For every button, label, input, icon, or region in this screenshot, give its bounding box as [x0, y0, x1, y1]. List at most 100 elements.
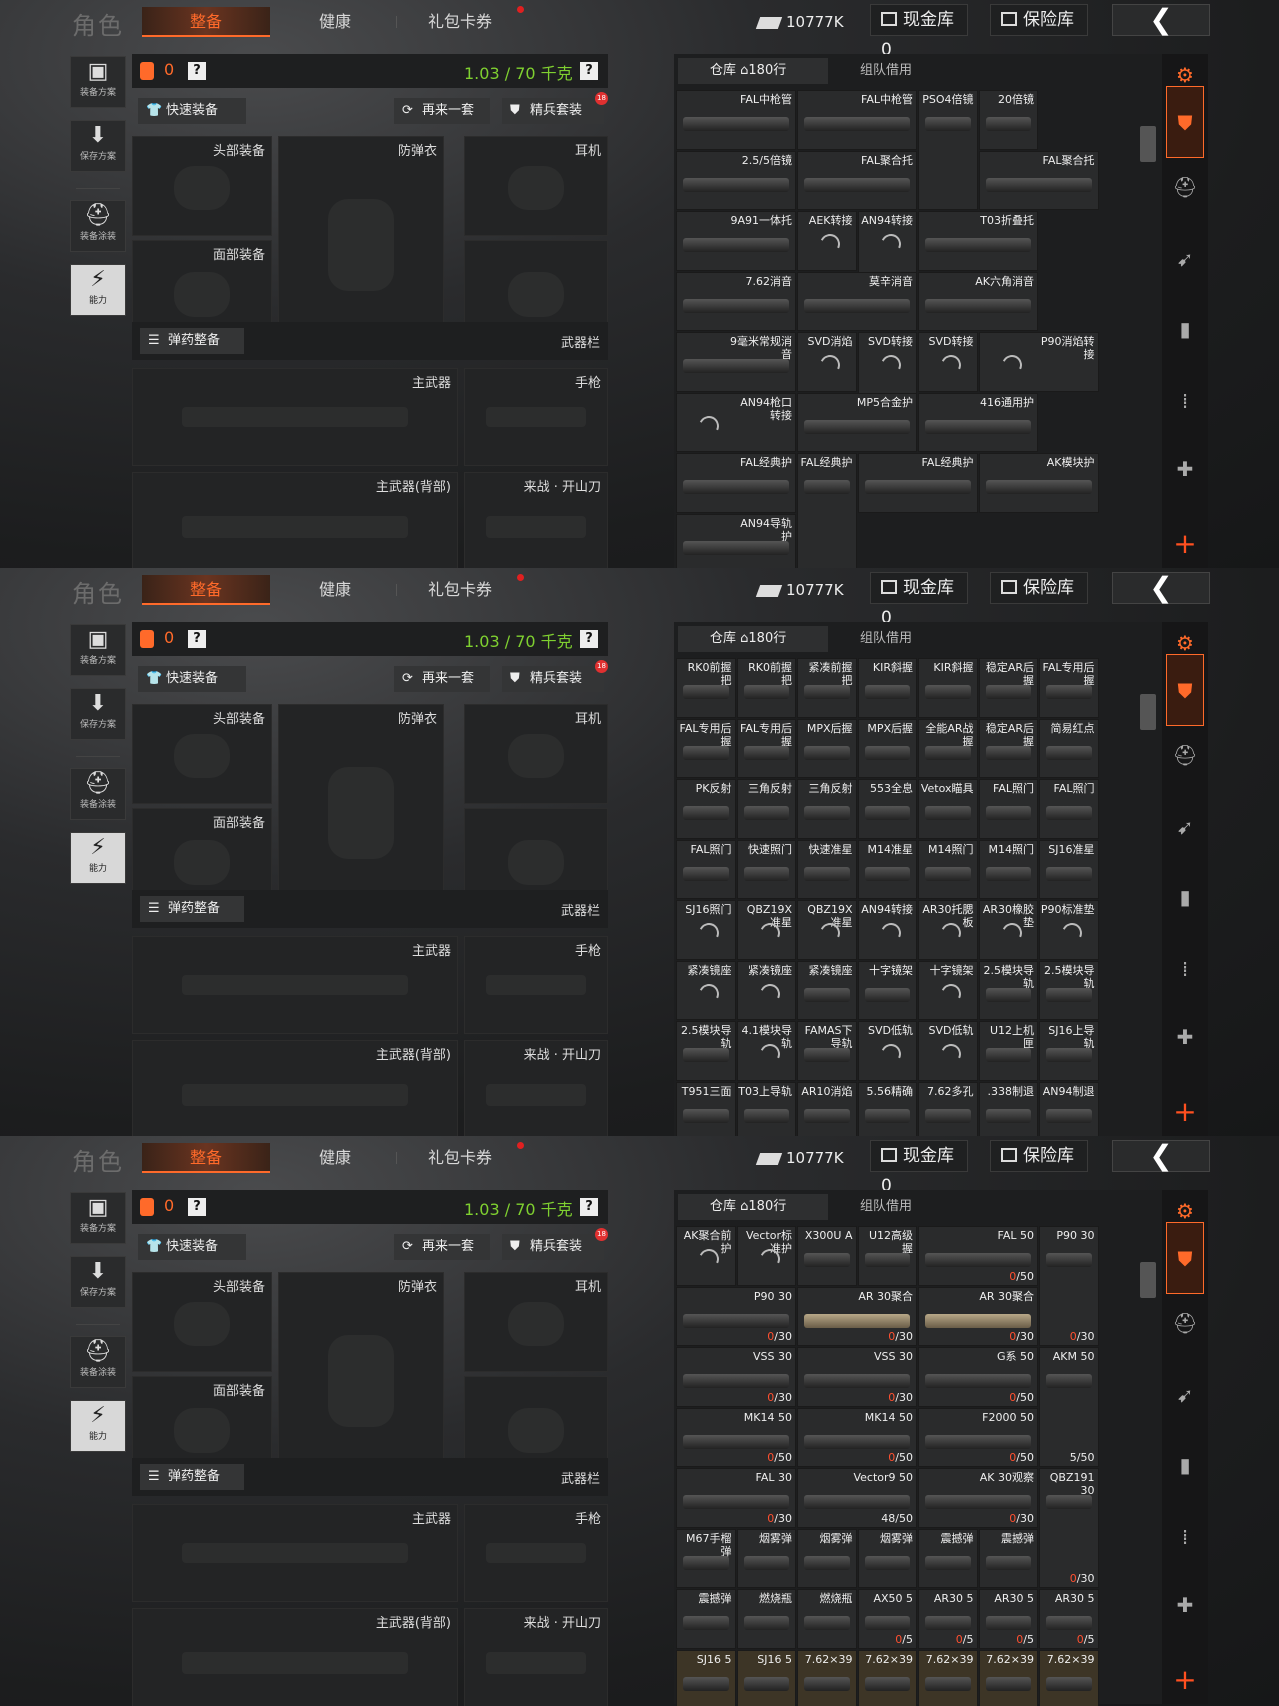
item-cell[interactable]: AN94制退: [1039, 1081, 1099, 1136]
quick-equip-button[interactable]: 👕 快速装备: [138, 1234, 246, 1260]
item-cell[interactable]: 燃烧瓶: [736, 1589, 796, 1649]
rifle-category-icon[interactable]: ➹: [1166, 808, 1204, 846]
item-cell[interactable]: AR30 5 0/5: [918, 1589, 978, 1649]
item-cell[interactable]: SJ16 5: [676, 1649, 736, 1706]
ammo-category-icon[interactable]: ⁞: [1166, 1518, 1204, 1556]
quick-equip-button[interactable]: 👕 快速装备: [138, 666, 246, 692]
item-cell[interactable]: 9A91一体托: [676, 211, 796, 271]
item-cell[interactable]: M67手榴弹: [676, 1528, 736, 1588]
item-cell[interactable]: AR 30聚合 0/30: [918, 1286, 1038, 1346]
item-cell[interactable]: QBZ191 30 0/30: [1039, 1468, 1099, 1588]
loadout-plan-button[interactable]: ▣ 装备方案: [70, 1192, 126, 1244]
melee-slot[interactable]: 来战 · 开山刀: [464, 1608, 608, 1706]
item-cell[interactable]: KIR斜握: [857, 658, 917, 718]
item-cell[interactable]: 三角反射: [797, 779, 857, 839]
armor-slot[interactable]: 防弹衣: [278, 704, 444, 912]
item-cell[interactable]: SJ16 5: [736, 1649, 796, 1706]
save-plan-button[interactable]: ⬇ 保存方案: [70, 688, 126, 740]
item-cell[interactable]: AR 30聚合 0/30: [797, 1286, 917, 1346]
medkit-category-icon[interactable]: ✚: [1166, 1018, 1204, 1056]
item-cell[interactable]: QBZ19X准星: [797, 900, 857, 960]
item-cell[interactable]: 紧凑镜座: [736, 960, 796, 1020]
back-button[interactable]: ❮: [1112, 4, 1210, 36]
weight-help-icon[interactable]: ?: [580, 1198, 598, 1216]
item-cell[interactable]: AR30 5 0/5: [1039, 1589, 1099, 1649]
item-cell[interactable]: 快速准星: [797, 839, 857, 899]
item-cell[interactable]: 烟雾弹: [736, 1528, 796, 1588]
melee-slot[interactable]: 来战 · 开山刀: [464, 472, 608, 568]
item-cell[interactable]: AKM 50 5/50: [1039, 1347, 1099, 1467]
elite-set-button[interactable]: ⛊ 精兵套装 18: [502, 1228, 608, 1260]
elite-set-button[interactable]: ⛊ 精兵套装 18: [502, 660, 608, 692]
item-cell[interactable]: 7.62×39: [918, 1649, 978, 1706]
again-button[interactable]: ⟳ 再来一套: [394, 666, 490, 692]
item-cell[interactable]: 553全息: [857, 779, 917, 839]
item-cell[interactable]: FAL中枪管: [797, 90, 917, 150]
item-cell[interactable]: 7.62×39: [797, 1649, 857, 1706]
armor-category-icon[interactable]: ⛊: [1166, 1222, 1204, 1294]
item-cell[interactable]: 稳定AR后握: [978, 718, 1038, 778]
item-cell[interactable]: AR30 5 0/5: [978, 1589, 1038, 1649]
tab-health[interactable]: 健康: [300, 7, 370, 37]
help-icon[interactable]: ?: [188, 62, 206, 80]
equipment-skin-button[interactable]: ⛑ 装备涂装: [70, 768, 126, 820]
tab-gift-cards[interactable]: 礼包卡券: [410, 1143, 510, 1173]
armor-category-icon[interactable]: ⛊: [1166, 654, 1204, 726]
primary-back-slot[interactable]: 主武器(背部): [132, 1608, 458, 1706]
item-cell[interactable]: Vetox瞄具: [918, 779, 978, 839]
item-cell[interactable]: SVD低轨: [918, 1021, 978, 1081]
medkit-category-icon[interactable]: ✚: [1166, 1586, 1204, 1624]
item-cell[interactable]: 7.62×39: [857, 1649, 917, 1706]
item-cell[interactable]: VSS 30 0/30: [797, 1347, 917, 1407]
helmet-category-icon[interactable]: ⛑: [1166, 1304, 1204, 1342]
item-cell[interactable]: SVD低轨: [857, 1021, 917, 1081]
item-cell[interactable]: AR10消焰: [797, 1081, 857, 1136]
equipment-skin-button[interactable]: ⛑ 装备涂装: [70, 200, 126, 252]
item-cell[interactable]: PSO4倍镜: [918, 90, 978, 210]
item-cell[interactable]: T03上导轨: [736, 1081, 796, 1136]
item-cell[interactable]: 7.62多孔: [918, 1081, 978, 1136]
item-cell[interactable]: MPX后握: [857, 718, 917, 778]
item-cell[interactable]: MPX后握: [797, 718, 857, 778]
item-cell[interactable]: 5.56精确: [857, 1081, 917, 1136]
item-cell[interactable]: 快速照门: [736, 839, 796, 899]
item-cell[interactable]: F2000 50 0/50: [918, 1407, 1038, 1467]
item-cell[interactable]: 2.5/5倍镜: [676, 150, 796, 210]
item-cell[interactable]: AK模块护: [978, 453, 1099, 513]
equipment-skin-button[interactable]: ⛑ 装备涂装: [70, 1336, 126, 1388]
add-icon[interactable]: +: [1166, 1666, 1204, 1694]
item-cell[interactable]: AR30托腮板: [918, 900, 978, 960]
cash-vault-button[interactable]: 现金库 0: [870, 572, 968, 628]
safe-vault-button[interactable]: 保险库: [990, 4, 1088, 36]
tab-equip[interactable]: 整备: [142, 575, 270, 605]
item-cell[interactable]: 7.62×39: [1039, 1649, 1099, 1706]
item-cell[interactable]: 7.62消音: [676, 271, 796, 331]
item-cell[interactable]: .338制退: [978, 1081, 1038, 1136]
magazine-category-icon[interactable]: ▮: [1166, 1446, 1204, 1484]
back-button[interactable]: ❮: [1112, 1140, 1210, 1172]
again-button[interactable]: ⟳ 再来一套: [394, 1234, 490, 1260]
ear-slot[interactable]: 耳机: [464, 136, 608, 236]
item-cell[interactable]: FAL聚合托: [797, 150, 917, 210]
item-cell[interactable]: 紧凑镜座: [797, 960, 857, 1020]
ammo-category-icon[interactable]: ⁞: [1166, 382, 1204, 420]
storage-scrollbar[interactable]: [1140, 1262, 1156, 1298]
item-cell[interactable]: P90 30 0/30: [1039, 1226, 1099, 1346]
head-slot[interactable]: 头部装备: [132, 136, 272, 236]
weight-help-icon[interactable]: ?: [580, 630, 598, 648]
pistol-slot[interactable]: 手枪: [464, 1504, 608, 1602]
item-cell[interactable]: 三角反射: [736, 779, 796, 839]
item-cell[interactable]: 4.1模块导轨: [736, 1021, 796, 1081]
item-cell[interactable]: 稳定AR后握: [978, 658, 1038, 718]
item-cell[interactable]: M14照门: [978, 839, 1038, 899]
item-cell[interactable]: 十字镜架: [918, 960, 978, 1020]
item-cell[interactable]: FAMAS下导轨: [797, 1021, 857, 1081]
item-cell[interactable]: 20倍镜: [978, 90, 1038, 150]
armor-slot[interactable]: 防弹衣: [278, 136, 444, 344]
tab-team-borrow[interactable]: 组队借用: [860, 1194, 912, 1220]
item-cell[interactable]: FAL照门: [1039, 779, 1099, 839]
item-cell[interactable]: 2.5模块导轨: [1039, 960, 1099, 1020]
quick-equip-button[interactable]: 👕 快速装备: [138, 98, 246, 124]
item-cell[interactable]: P90标准垫: [1039, 900, 1099, 960]
item-cell[interactable]: AK六角消音: [918, 271, 1038, 331]
